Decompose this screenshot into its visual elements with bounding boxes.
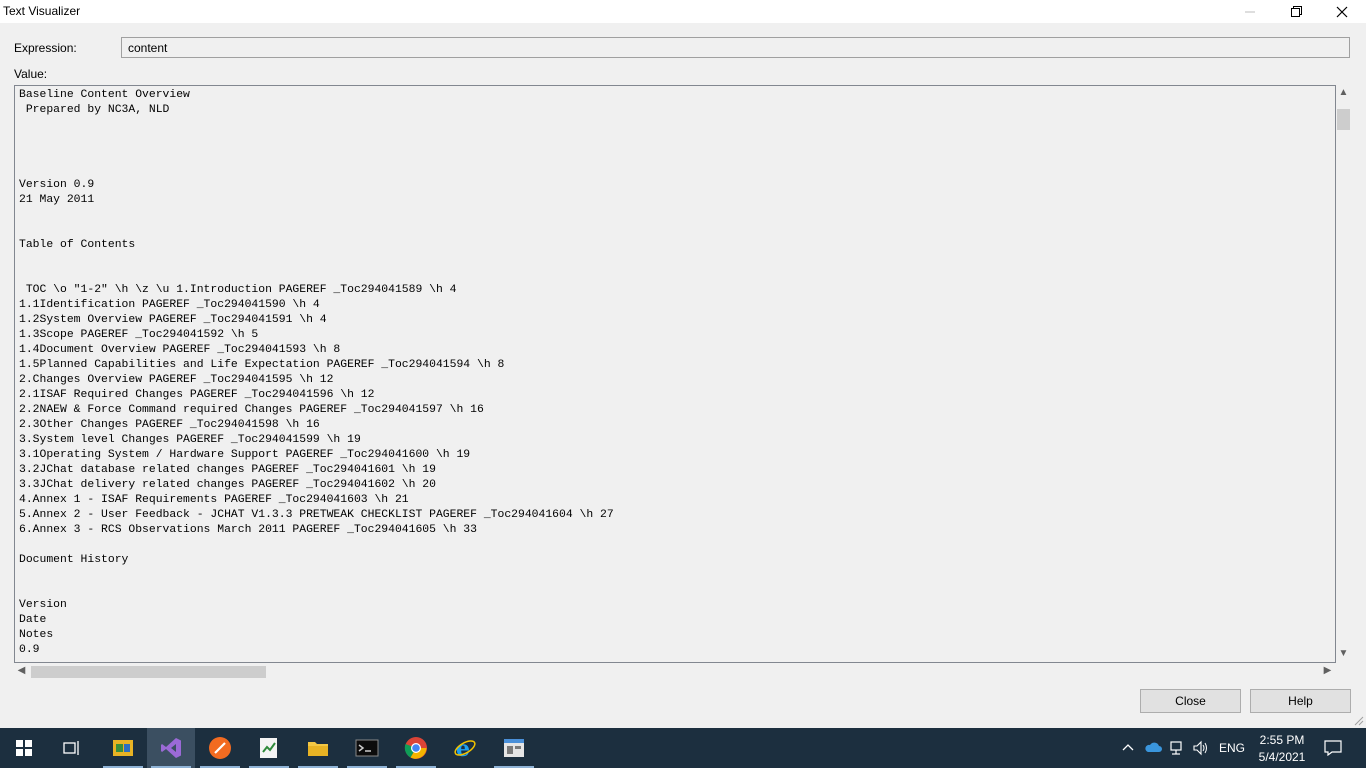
expression-label: Expression:	[14, 41, 77, 55]
value-label: Value:	[14, 67, 48, 81]
close-window-button[interactable]	[1319, 0, 1365, 23]
value-text-area[interactable]: Baseline Content Overview Prepared by NC…	[14, 85, 1336, 663]
file-explorer-icon	[308, 742, 328, 756]
app-icon	[209, 737, 231, 759]
taskbar-app-4[interactable]	[245, 728, 293, 768]
minimize-icon	[1245, 11, 1255, 12]
title-bar: Text Visualizer	[0, 0, 1366, 23]
restore-icon	[1290, 6, 1302, 17]
onedrive-icon[interactable]	[1144, 741, 1162, 753]
volume-icon[interactable]	[1193, 740, 1209, 756]
vertical-scroll-thumb[interactable]	[1337, 109, 1350, 130]
scroll-up-arrow-icon[interactable]: ▲	[1336, 87, 1351, 98]
taskbar-app-1[interactable]	[99, 728, 147, 768]
notifications-icon[interactable]	[1324, 740, 1342, 756]
windows-start-icon	[16, 740, 32, 756]
task-view-icon	[63, 741, 79, 755]
taskbar-file-explorer[interactable]	[294, 728, 342, 768]
resize-grip-icon[interactable]	[1354, 716, 1364, 726]
internet-explorer-icon: e	[454, 736, 476, 760]
vertical-scrollbar[interactable]: ▲ ▼	[1336, 85, 1351, 663]
app-icon	[260, 738, 277, 758]
taskbar-chrome[interactable]	[392, 728, 440, 768]
scroll-left-arrow-icon[interactable]: ◀	[14, 665, 29, 676]
close-button[interactable]: Close	[1140, 689, 1241, 713]
start-button[interactable]	[0, 728, 48, 768]
visual-studio-icon	[161, 738, 181, 758]
taskbar-terminal[interactable]	[343, 728, 391, 768]
language-indicator[interactable]: ENG	[1219, 741, 1245, 755]
app-icon	[113, 740, 133, 756]
close-icon	[1336, 6, 1348, 17]
horizontal-scroll-thumb[interactable]	[31, 666, 266, 678]
clock-date: 5/4/2021	[1258, 750, 1306, 764]
taskbar-visual-studio[interactable]	[147, 728, 195, 768]
help-button[interactable]: Help	[1250, 689, 1351, 713]
taskbar-internet-explorer[interactable]: e	[441, 728, 489, 768]
app-icon	[504, 739, 524, 757]
scroll-down-arrow-icon[interactable]: ▼	[1336, 648, 1351, 659]
taskbar-app-3[interactable]	[196, 728, 244, 768]
show-hidden-icons-icon[interactable]	[1122, 742, 1134, 752]
restore-button[interactable]	[1273, 0, 1319, 23]
scroll-right-arrow-icon[interactable]: ▶	[1320, 665, 1335, 676]
horizontal-scrollbar[interactable]: ◀ ▶	[14, 663, 1336, 680]
network-icon[interactable]	[1169, 740, 1185, 756]
taskbar: e ENG 2:55 PM 5/4/2021	[0, 728, 1366, 768]
taskbar-app-5[interactable]	[490, 728, 538, 768]
clock[interactable]: 2:55 PM 5/4/2021	[1250, 733, 1314, 764]
terminal-icon	[355, 739, 379, 757]
minimize-button[interactable]	[1227, 0, 1273, 23]
clock-time: 2:55 PM	[1259, 733, 1305, 747]
value-text[interactable]: Baseline Content Overview Prepared by NC…	[15, 86, 1335, 658]
window-title: Text Visualizer	[3, 4, 81, 18]
chrome-icon	[404, 737, 427, 759]
expression-field[interactable]: content	[121, 37, 1350, 58]
task-view-button[interactable]	[48, 728, 96, 768]
